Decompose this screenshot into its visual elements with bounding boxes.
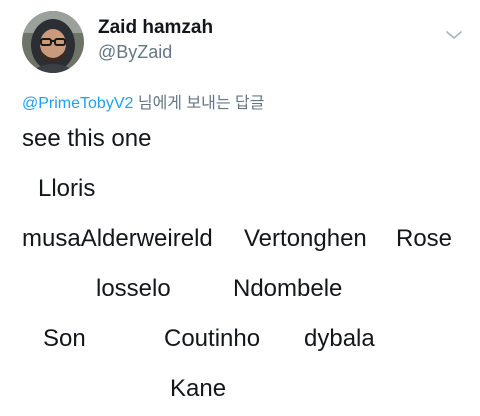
tweet-player-coutinho: Coutinho (164, 325, 261, 352)
author-handle[interactable]: @ByZaid (98, 42, 172, 63)
tweet-player-vertonghen: Vertonghen (244, 225, 367, 252)
tweet-player-losselo: losselo (96, 275, 171, 302)
reply-context: @PrimeTobyV2 님에게 보내는 답글 (22, 89, 265, 113)
chevron-down-icon (446, 31, 462, 39)
tweet-player-ndombele: Ndombele (233, 275, 343, 302)
author-display-name[interactable]: Zaid hamzah (98, 17, 213, 39)
avatar-photo-icon (22, 11, 84, 73)
tweet-player-kane: Kane (170, 375, 227, 402)
reply-mention-link[interactable]: @PrimeTobyV2 (22, 95, 133, 112)
more-options-button[interactable] (440, 24, 468, 46)
tweet-player-dybala: dybala (304, 325, 375, 352)
tweet-line-intro: see this one (22, 125, 152, 152)
tweet-player-lloris: Lloris (38, 175, 96, 202)
user-avatar[interactable] (22, 11, 84, 73)
tweet-card: Zaid hamzah @ByZaid @PrimeTobyV2 님에게 보내는… (0, 0, 480, 416)
tweet-player-rose: Rose (396, 225, 453, 252)
tweet-player-son: Son (43, 325, 86, 352)
reply-context-text: 님에게 보내는 답글 (137, 95, 265, 112)
tweet-player-musa-alderweireld: musaAlderweireld (22, 225, 213, 252)
